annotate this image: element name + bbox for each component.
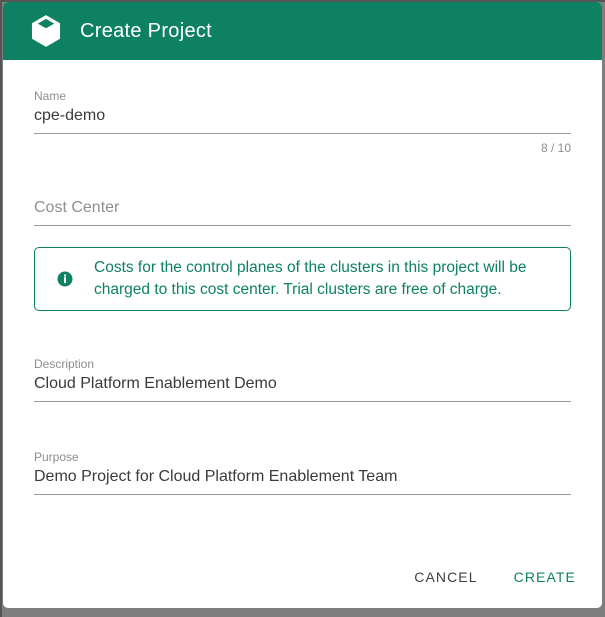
create-project-dialog: Create Project Name 8 / 10 Costs for the… [3, 2, 602, 608]
dialog-actions: CANCEL CREATE [3, 556, 602, 608]
purpose-field-group: Purpose [34, 450, 571, 495]
name-label: Name [34, 89, 571, 103]
screenshot-frame: Create Project Name 8 / 10 Costs for the… [0, 0, 605, 617]
cost-info-banner: Costs for the control planes of the clus… [34, 247, 571, 311]
description-input[interactable] [34, 371, 571, 402]
cancel-button[interactable]: CANCEL [400, 560, 491, 594]
cost-center-field-group [34, 199, 571, 226]
dialog-content: Name 8 / 10 Costs for the control planes… [3, 60, 602, 556]
create-button[interactable]: CREATE [500, 560, 590, 594]
purpose-label: Purpose [34, 450, 571, 464]
name-input[interactable] [34, 103, 571, 134]
description-field-group: Description [34, 357, 571, 402]
cost-center-input[interactable] [34, 199, 571, 226]
cost-info-text: Costs for the control planes of the clus… [94, 257, 549, 301]
dialog-header: Create Project [3, 2, 602, 60]
dialog-title: Create Project [80, 20, 212, 43]
info-icon [56, 270, 74, 288]
name-field-group: Name 8 / 10 [34, 89, 571, 155]
purpose-input[interactable] [34, 464, 571, 495]
description-label: Description [34, 357, 571, 371]
project-cube-icon [29, 13, 63, 49]
name-char-counter: 8 / 10 [34, 141, 571, 155]
